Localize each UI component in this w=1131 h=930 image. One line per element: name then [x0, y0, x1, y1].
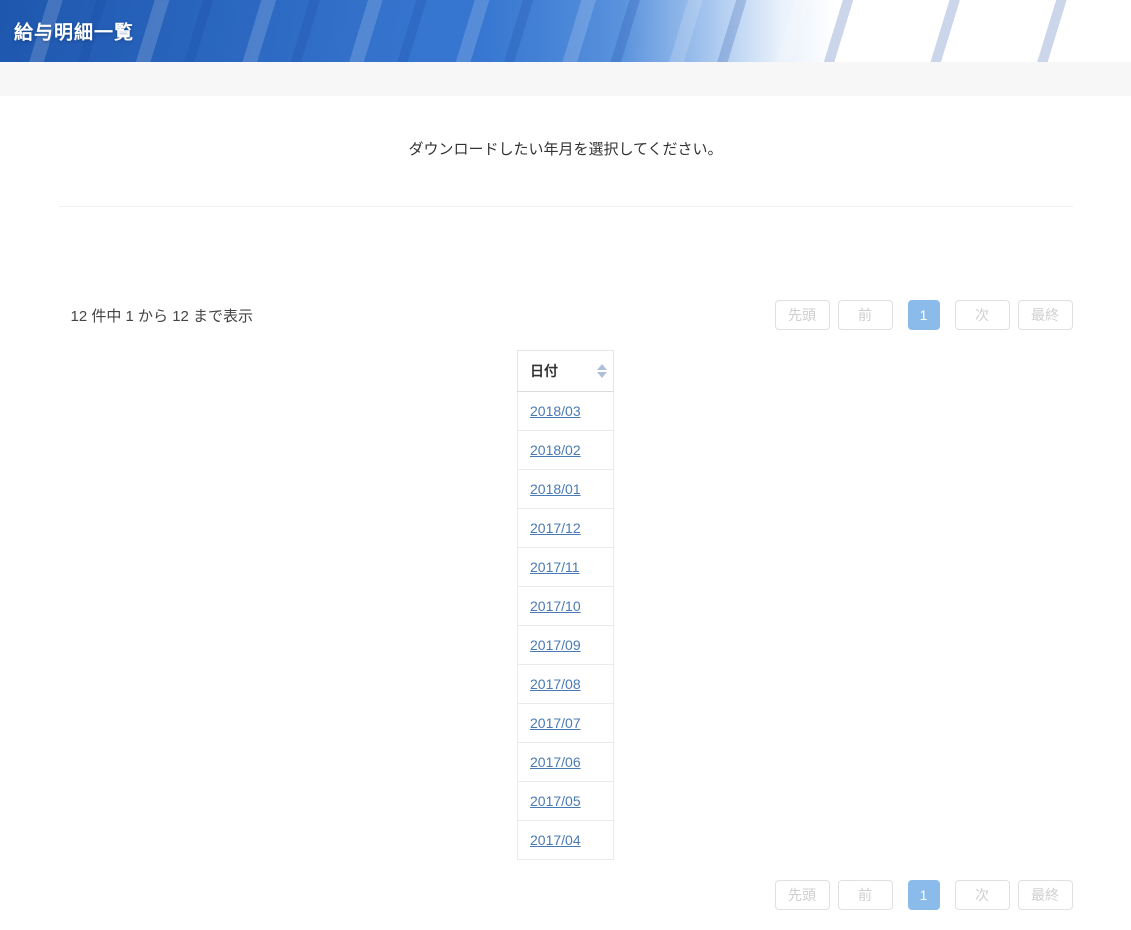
date-link[interactable]: 2017/11 [530, 559, 580, 575]
date-table-wrapper: 日付 2018/032018/022018/012017/122017/1120… [59, 350, 1073, 860]
date-cell: 2017/04 [518, 821, 614, 860]
pagination-prev-button[interactable]: 前 [838, 880, 893, 910]
date-link[interactable]: 2017/07 [530, 715, 581, 731]
table-row: 2017/08 [518, 665, 614, 704]
date-table: 日付 2018/032018/022018/012017/122017/1120… [517, 350, 614, 860]
date-cell: 2017/08 [518, 665, 614, 704]
section-divider [59, 206, 1073, 207]
table-row: 2017/07 [518, 704, 614, 743]
date-cell: 2017/11 [518, 548, 614, 587]
table-row: 2018/02 [518, 431, 614, 470]
app-header: 給与明細一覧 [0, 0, 1131, 62]
date-cell: 2017/12 [518, 509, 614, 548]
pagination-next-button[interactable]: 次 [955, 880, 1010, 910]
top-toolbar: 12 件中 1 から 12 まで表示 先頭 前 1 次 最終 [59, 300, 1073, 330]
date-link[interactable]: 2018/01 [530, 481, 581, 497]
pagination-first-button[interactable]: 先頭 [775, 880, 830, 910]
date-link[interactable]: 2017/12 [530, 520, 581, 536]
pagination-last-button[interactable]: 最終 [1018, 880, 1073, 910]
date-cell: 2017/10 [518, 587, 614, 626]
page-title: 給与明細一覧 [14, 18, 134, 45]
date-cell: 2017/09 [518, 626, 614, 665]
date-link[interactable]: 2017/08 [530, 676, 581, 692]
pagination-prev-button[interactable]: 前 [838, 300, 893, 330]
table-row: 2017/04 [518, 821, 614, 860]
date-column-label: 日付 [530, 363, 558, 379]
date-link[interactable]: 2018/03 [530, 403, 581, 419]
table-row: 2017/10 [518, 587, 614, 626]
pagination-bottom: 先頭 前 1 次 最終 [775, 880, 1073, 910]
sort-asc-caret-icon [597, 364, 607, 370]
table-row: 2018/01 [518, 470, 614, 509]
date-column-header[interactable]: 日付 [518, 351, 614, 392]
bottom-toolbar: 先頭 前 1 次 最終 [59, 880, 1073, 910]
pagination-first-button[interactable]: 先頭 [775, 300, 830, 330]
date-cell: 2017/05 [518, 782, 614, 821]
table-row: 2017/05 [518, 782, 614, 821]
table-row: 2017/11 [518, 548, 614, 587]
date-link[interactable]: 2018/02 [530, 442, 581, 458]
date-cell: 2018/03 [518, 392, 614, 431]
pagination-page-1-button[interactable]: 1 [908, 880, 940, 910]
table-row: 2017/09 [518, 626, 614, 665]
date-cell: 2017/07 [518, 704, 614, 743]
pagination-last-button[interactable]: 最終 [1018, 300, 1073, 330]
date-link[interactable]: 2017/09 [530, 637, 581, 653]
sub-header-bar [0, 62, 1131, 96]
pagination-top: 先頭 前 1 次 最終 [775, 300, 1073, 330]
pagination-next-button[interactable]: 次 [955, 300, 1010, 330]
date-cell: 2017/06 [518, 743, 614, 782]
date-link[interactable]: 2017/05 [530, 793, 581, 809]
main-content: ダウンロードしたい年月を選択してください。 12 件中 1 から 12 まで表示… [59, 138, 1073, 910]
pagination-page-1-button[interactable]: 1 [908, 300, 940, 330]
record-count-info: 12 件中 1 から 12 まで表示 [71, 305, 254, 326]
date-link[interactable]: 2017/04 [530, 832, 581, 848]
table-header-row: 日付 [518, 351, 614, 392]
sort-icon[interactable] [597, 364, 607, 378]
sort-desc-caret-icon [597, 372, 607, 378]
table-row: 2017/06 [518, 743, 614, 782]
date-table-body: 2018/03 2018/02 2018/01 2017/12 2017/11 2017/… [518, 392, 614, 860]
instruction-text: ダウンロードしたい年月を選択してください。 [59, 138, 1073, 159]
date-cell: 2018/02 [518, 431, 614, 470]
date-cell: 2018/01 [518, 470, 614, 509]
date-link[interactable]: 2017/06 [530, 754, 581, 770]
table-row: 2017/12 [518, 509, 614, 548]
date-link[interactable]: 2017/10 [530, 598, 581, 614]
table-row: 2018/03 [518, 392, 614, 431]
